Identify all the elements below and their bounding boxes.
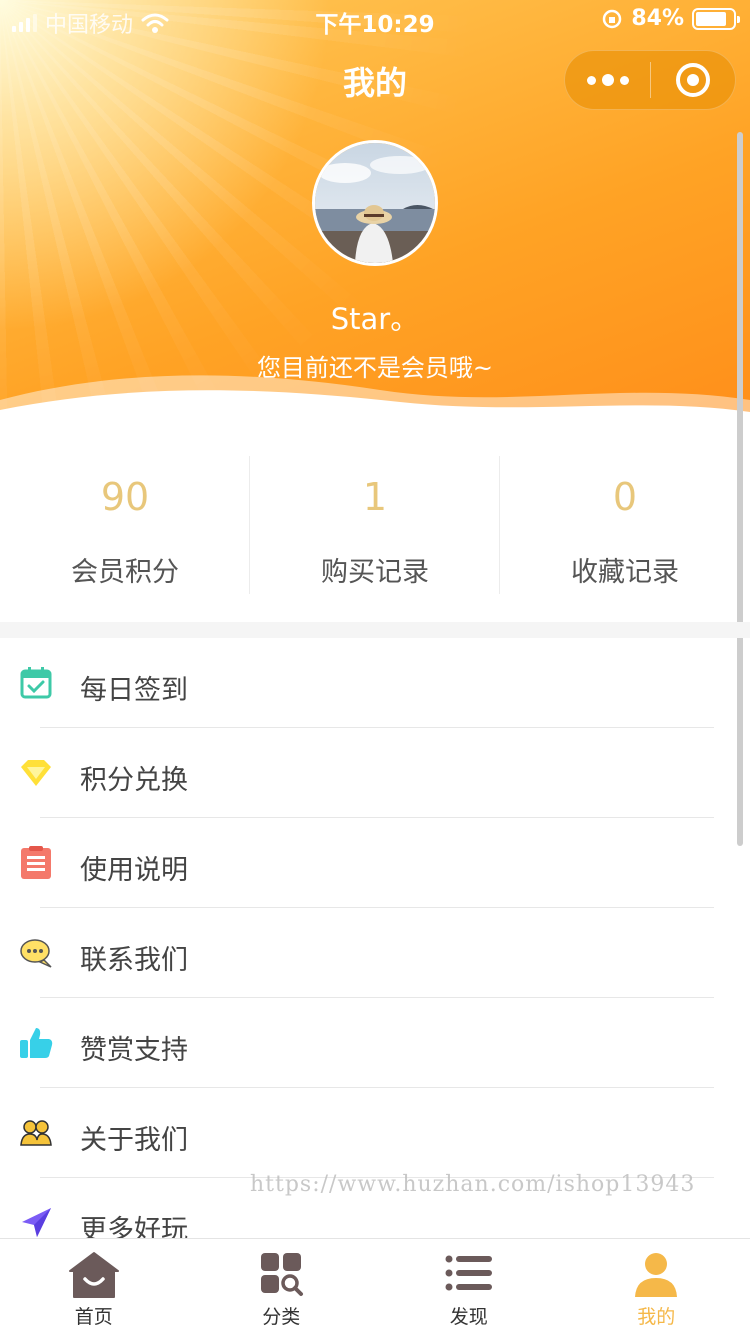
menu-item-about-us[interactable]: 关于我们 — [0, 1088, 750, 1178]
tab-label: 发现 — [449, 1306, 488, 1328]
tab-label: 分类 — [262, 1306, 301, 1328]
more-options-button[interactable] — [565, 50, 650, 110]
menu-item-daily-checkin[interactable]: 每日签到 — [0, 638, 750, 728]
username: Star。 — [330, 302, 420, 336]
chat-bubble-icon — [20, 939, 52, 968]
menu-item-appreciate[interactable]: 赞赏支持 — [0, 998, 750, 1088]
thumbs-up-icon — [20, 1028, 53, 1058]
menu-item-points-exchange[interactable]: 积分兑换 — [0, 728, 750, 818]
diamond-icon — [21, 760, 51, 786]
battery-percent: 84% — [631, 6, 684, 31]
people-icon — [20, 1120, 52, 1146]
membership-status: 您目前还不是会员哦~ — [256, 354, 494, 382]
stat-member-points[interactable]: 90 会员积分 — [0, 440, 250, 620]
stat-label: 会员积分 — [71, 557, 179, 588]
user-icon — [635, 1253, 678, 1297]
menu-item-label: 关于我们 — [80, 1125, 188, 1156]
miniprogram-capsule — [564, 50, 736, 110]
stat-label: 收藏记录 — [571, 557, 679, 588]
stat-divider — [499, 456, 500, 594]
tab-label: 首页 — [74, 1306, 113, 1328]
tab-mine[interactable]: 我的 — [563, 1239, 750, 1334]
menu-item-label: 积分兑换 — [80, 765, 188, 796]
home-icon — [68, 1252, 119, 1298]
list-icon — [445, 1255, 492, 1291]
category-search-icon — [261, 1253, 304, 1296]
menu-item-label: 联系我们 — [80, 945, 188, 976]
tab-label: 我的 — [637, 1306, 676, 1328]
stat-label: 购买记录 — [321, 557, 429, 588]
calendar-check-icon — [20, 667, 52, 699]
tab-discover[interactable]: 发现 — [375, 1239, 563, 1334]
target-icon — [675, 63, 710, 97]
stat-purchase-records[interactable]: 1 购买记录 — [250, 440, 500, 620]
paper-plane-icon — [22, 1208, 51, 1237]
stat-divider — [249, 456, 250, 594]
stats-row: 90 会员积分 1 购买记录 0 收藏记录 — [0, 440, 750, 620]
stat-value: 90 — [100, 475, 150, 519]
section-gap — [0, 622, 750, 638]
tab-home[interactable]: 首页 — [0, 1239, 188, 1334]
orientation-lock-icon — [603, 9, 622, 28]
status-bar: 中国移动 下午10:29 84% — [0, 0, 750, 40]
menu-item-label: 使用说明 — [80, 855, 188, 886]
menu-item-label: 每日签到 — [80, 675, 188, 706]
avatar-photo — [315, 143, 435, 263]
app-root: 中国移动 下午10:29 84% 我的 Star。 您目前还不是会员哦~ 90 … — [0, 0, 750, 1334]
stat-value: 0 — [612, 475, 638, 519]
battery-icon — [692, 7, 740, 30]
profile-header: 中国移动 下午10:29 84% 我的 Star。 您目前还不是会员哦~ — [0, 0, 750, 420]
clipboard-icon — [21, 846, 51, 879]
watermark-text: https://www.huzhan.com/ishop13943 — [250, 1172, 696, 1197]
menu-item-label: 赞赏支持 — [80, 1035, 188, 1066]
tab-category[interactable]: 分类 — [188, 1239, 376, 1334]
menu-item-contact-us[interactable]: 联系我们 — [0, 908, 750, 998]
stat-favorite-records[interactable]: 0 收藏记录 — [500, 440, 750, 620]
menu-item-instructions[interactable]: 使用说明 — [0, 818, 750, 908]
close-miniprogram-button[interactable] — [651, 50, 735, 110]
tab-bar: 首页 分类 发现 我的 — [0, 1238, 750, 1334]
stat-value: 1 — [362, 475, 388, 519]
avatar[interactable] — [312, 140, 438, 266]
